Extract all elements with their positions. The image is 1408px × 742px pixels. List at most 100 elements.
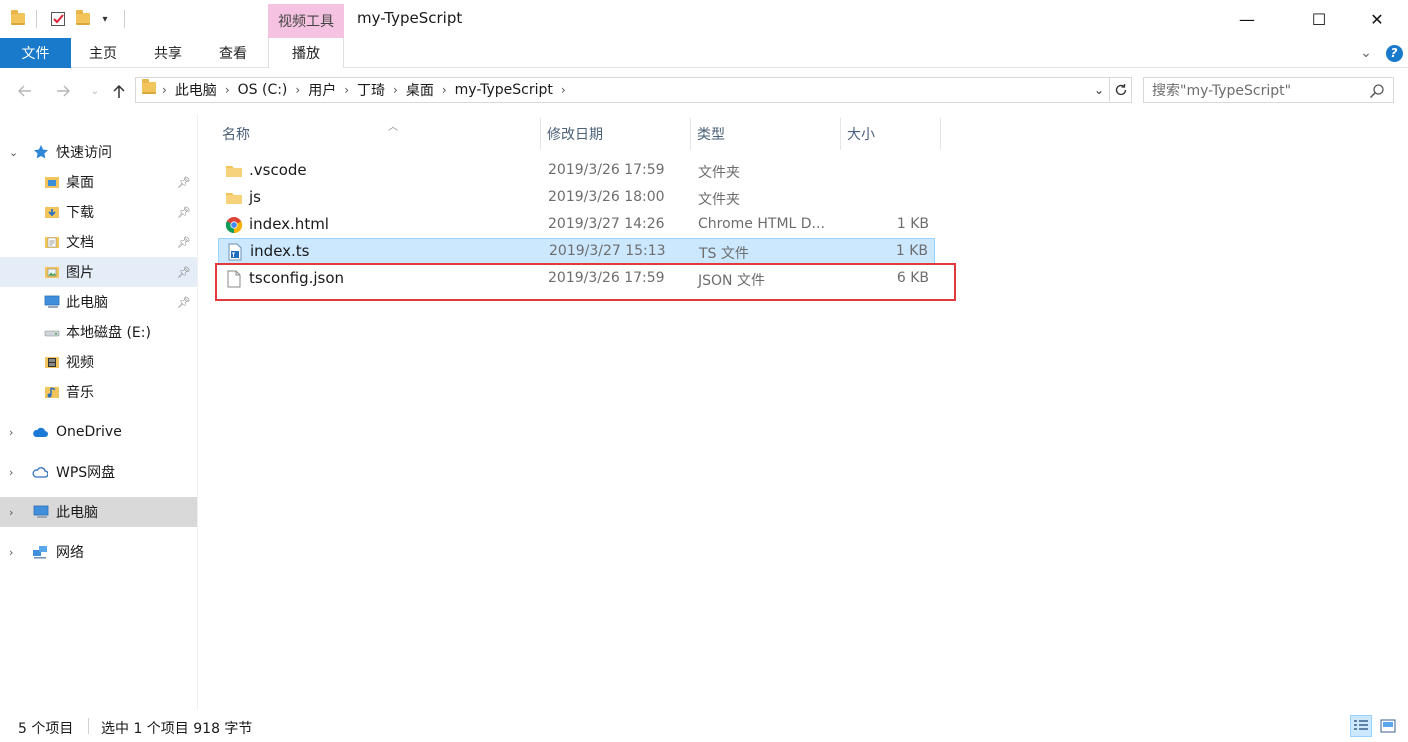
pin-icon[interactable]: 📌︎ xyxy=(177,176,191,189)
tab-file[interactable]: 文件 xyxy=(0,38,71,68)
search-icon xyxy=(1369,84,1384,99)
nav-item-videos[interactable]: 视频 xyxy=(0,347,197,377)
chevron-right-icon[interactable]: › xyxy=(295,83,300,97)
address-bar[interactable]: › 此电脑 › OS (C:) › 用户 › 丁琦 › 桌面 › my-Type… xyxy=(135,77,1110,103)
table-row[interactable]: index.html 2019/3/27 14:26 Chrome HTML D… xyxy=(218,212,935,238)
table-row[interactable]: .vscode 2019/3/26 17:59 文件夹 xyxy=(218,158,935,184)
breadcrumb-desktop[interactable]: 桌面 xyxy=(406,80,434,100)
breadcrumb-this-pc[interactable]: 此电脑 xyxy=(175,80,217,100)
chevron-down-icon[interactable]: ⌄ xyxy=(9,146,18,159)
drive-icon xyxy=(44,330,60,337)
column-header-name[interactable]: ︿ 名称 xyxy=(216,118,541,150)
file-name: index.html xyxy=(249,215,329,233)
wps-cloud-icon xyxy=(32,467,48,478)
chevron-right-icon[interactable]: › xyxy=(225,83,230,97)
nav-network[interactable]: › 网络 xyxy=(0,537,197,567)
pin-icon[interactable]: 📌︎ xyxy=(177,296,191,309)
minimize-button[interactable]: — xyxy=(1224,0,1270,38)
nav-item-music[interactable]: 音乐 xyxy=(0,377,197,407)
search-input[interactable]: 搜索"my-TypeScript" xyxy=(1143,77,1394,103)
nav-item-documents[interactable]: 文档 📌︎ xyxy=(0,227,197,257)
chevron-right-icon[interactable]: › xyxy=(9,466,13,479)
column-header-date[interactable]: 修改日期 xyxy=(541,118,691,150)
navigation-pane: ⌄ 快速访问 桌面 📌︎ 下载 📌︎ 文档 📌︎ 图片 📌︎ 此电脑 📌︎ 本地… xyxy=(0,114,197,710)
address-history-dropdown[interactable]: ⌄ xyxy=(1088,77,1110,103)
column-header-size[interactable]: 大小 xyxy=(841,118,941,150)
chevron-right-icon[interactable]: › xyxy=(9,546,13,559)
nav-quick-access[interactable]: ⌄ 快速访问 xyxy=(0,137,197,167)
nav-label: OneDrive xyxy=(56,424,122,440)
expand-ribbon-icon[interactable]: ⌄ xyxy=(1352,45,1380,61)
nav-wps-drive[interactable]: › WPS网盘 xyxy=(0,457,197,487)
nav-label: 桌面 xyxy=(66,175,94,191)
file-date: 2019/3/26 18:00 xyxy=(548,189,665,205)
chevron-right-icon[interactable]: › xyxy=(344,83,349,97)
nav-onedrive[interactable]: › OneDrive xyxy=(0,417,197,447)
chevron-right-icon[interactable]: › xyxy=(9,426,13,439)
file-date: 2019/3/27 15:13 xyxy=(549,243,666,259)
refresh-icon xyxy=(1115,84,1126,96)
back-button[interactable] xyxy=(14,80,36,102)
new-folder-icon[interactable] xyxy=(74,9,92,29)
column-label: 修改日期 xyxy=(547,127,603,143)
details-view-button[interactable] xyxy=(1350,715,1372,737)
folder-icon xyxy=(226,193,242,204)
nav-label: 此电脑 xyxy=(66,295,108,311)
desktop-folder-icon xyxy=(45,177,59,188)
file-list: ︿ 名称 修改日期 类型 大小 .vscode 2019/3/26 17:59 … xyxy=(198,114,1408,710)
computer-icon xyxy=(44,295,60,308)
forward-button[interactable] xyxy=(52,80,74,102)
table-row-selected[interactable]: index.ts 2019/3/27 15:13 TS 文件 1 KB xyxy=(218,238,935,264)
nav-label: 音乐 xyxy=(66,385,94,401)
nav-label: 网络 xyxy=(56,545,84,561)
chevron-right-icon[interactable]: › xyxy=(442,83,447,97)
nav-label: 图片 xyxy=(66,265,94,281)
nav-item-this-pc-pinned[interactable]: 此电脑 📌︎ xyxy=(0,287,197,317)
nav-item-local-disk-e[interactable]: 本地磁盘 (E:) xyxy=(0,317,197,347)
breadcrumb-os-c[interactable]: OS (C:) xyxy=(238,82,288,98)
chevron-right-icon[interactable]: › xyxy=(393,83,398,97)
computer-icon xyxy=(33,505,49,518)
folder-icon xyxy=(10,9,26,29)
table-row[interactable]: js 2019/3/26 18:00 文件夹 xyxy=(218,185,935,211)
pin-icon[interactable]: 📌︎ xyxy=(177,236,191,249)
column-header-type[interactable]: 类型 xyxy=(691,118,841,150)
onedrive-cloud-icon xyxy=(33,427,48,437)
chevron-right-icon[interactable]: › xyxy=(162,83,167,97)
large-icons-view-button[interactable] xyxy=(1377,715,1399,737)
tab-view[interactable]: 查看 xyxy=(208,38,258,68)
arrow-right-icon xyxy=(57,85,70,97)
chevron-right-icon[interactable]: › xyxy=(561,83,566,97)
customize-quick-access-icon[interactable]: ▾ xyxy=(98,9,112,29)
maximize-button[interactable]: ☐ xyxy=(1296,0,1342,38)
file-name: js xyxy=(249,188,261,206)
nav-item-downloads[interactable]: 下载 📌︎ xyxy=(0,197,197,227)
up-button[interactable] xyxy=(108,80,130,102)
properties-icon[interactable] xyxy=(48,9,68,29)
selection-info: 选中 1 个项目 918 字节 xyxy=(101,721,253,737)
help-icon[interactable]: ? xyxy=(1380,44,1408,62)
address-row: ⌄ › 此电脑 › OS (C:) › 用户 › 丁琦 › 桌面 › my-Ty… xyxy=(0,68,1408,114)
recent-locations-button[interactable]: ⌄ xyxy=(84,80,106,102)
large-icons-view-icon xyxy=(1380,719,1396,733)
breadcrumb-my-typescript[interactable]: my-TypeScript xyxy=(455,82,553,98)
nav-item-desktop[interactable]: 桌面 📌︎ xyxy=(0,167,197,197)
contextual-tab-video-tools: 视频工具 xyxy=(268,4,344,38)
breadcrumb-users[interactable]: 用户 xyxy=(308,80,336,100)
column-label: 大小 xyxy=(847,127,875,143)
chevron-right-icon[interactable]: › xyxy=(9,506,13,519)
divider xyxy=(124,10,125,28)
breadcrumb-user[interactable]: 丁琦 xyxy=(357,80,385,100)
nav-this-pc[interactable]: › 此电脑 xyxy=(0,497,197,527)
close-button[interactable]: ✕ xyxy=(1354,0,1400,38)
tab-share[interactable]: 共享 xyxy=(143,38,193,68)
tab-home[interactable]: 主页 xyxy=(78,38,128,68)
nav-label: 快速访问 xyxy=(56,145,112,161)
pin-icon[interactable]: 📌︎ xyxy=(177,206,191,219)
tab-play[interactable]: 播放 xyxy=(268,38,344,68)
refresh-button[interactable] xyxy=(1110,77,1132,103)
pin-icon[interactable]: 📌︎ xyxy=(177,266,191,279)
nav-item-pictures[interactable]: 图片 📌︎ xyxy=(0,257,197,287)
arrow-left-icon xyxy=(18,85,31,97)
file-type: TS 文件 xyxy=(699,246,749,262)
